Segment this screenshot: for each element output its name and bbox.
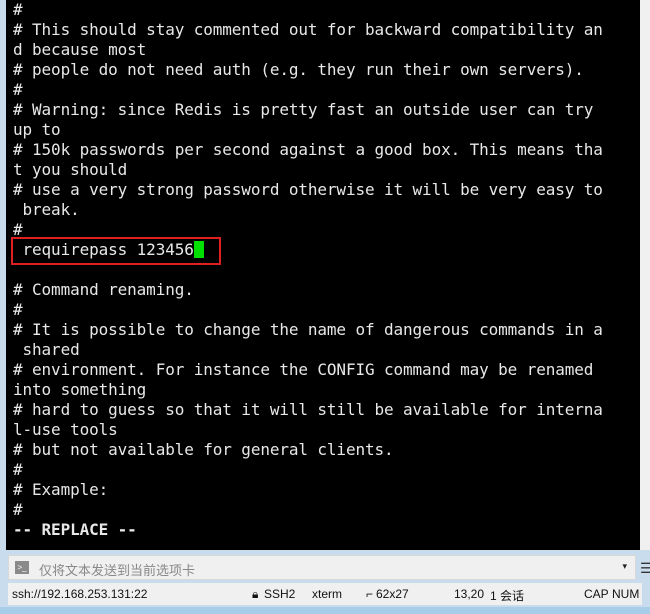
terminal-line: #: [13, 0, 23, 20]
line-text: # Warning: since Redis is pretty fast an…: [13, 100, 594, 119]
line-text: t you should: [13, 160, 128, 179]
dropdown-arrow-icon[interactable]: ▾: [622, 561, 627, 572]
terminal-line: # This should stay commented out for bac…: [13, 20, 603, 40]
menu-icon[interactable]: ☰: [640, 560, 650, 577]
terminal-line: #: [13, 500, 23, 520]
terminal-line: break.: [13, 200, 80, 220]
terminal-icon: >_: [15, 561, 29, 574]
terminal-line: t you should: [13, 160, 127, 180]
line-text: d because most: [13, 40, 147, 59]
resize-icon: ⌐: [366, 587, 374, 601]
send-text-input[interactable]: >_ 仅将文本发送到当前选项卡 ▾: [8, 555, 636, 580]
terminal-type: xterm: [312, 587, 342, 601]
status-bar: ssh://192.168.253.131:22 🔒︎ SSH2 xterm ⌐…: [8, 583, 642, 605]
line-text: # environment. For instance the CONFIG c…: [13, 360, 594, 379]
terminal-line: # but not available for general clients.: [13, 440, 394, 460]
terminal-line: shared: [13, 340, 80, 360]
terminal-screen[interactable]: # # This should stay commented out for ba…: [6, 0, 640, 550]
lock-icon: 🔒︎: [252, 587, 259, 601]
num-indicator: NUM: [612, 587, 640, 601]
line-text: #: [13, 80, 23, 99]
line-text: # This should stay commented out for bac…: [13, 20, 603, 39]
terminal-line: # Command renaming.: [13, 280, 194, 300]
terminal-line: # use a very strong password otherwise i…: [13, 180, 603, 200]
line-text: # It is possible to change the name of d…: [13, 320, 603, 339]
line-text: shared: [13, 340, 80, 359]
terminal-line: into something: [13, 380, 146, 400]
terminal-line: # It is possible to change the name of d…: [13, 320, 603, 340]
protocol: SSH2: [264, 587, 296, 601]
line-text: #: [13, 0, 23, 19]
scrollbar[interactable]: [640, 0, 650, 550]
line-text: # 150k passwords per second against a go…: [13, 140, 603, 159]
window-border: [0, 607, 650, 614]
terminal-line: -- REPLACE --: [13, 520, 137, 540]
line-text: #: [13, 500, 23, 519]
line-text: break.: [13, 200, 80, 219]
line-text: # Example:: [13, 480, 109, 499]
caps-indicator: CAP: [584, 587, 609, 601]
highlight-box: [11, 237, 221, 265]
terminal-line: # Example:: [13, 480, 108, 500]
terminal-line: # Warning: since Redis is pretty fast an…: [13, 100, 593, 120]
terminal-line: # 150k passwords per second against a go…: [13, 140, 603, 160]
terminal-line: #: [13, 300, 23, 320]
line-text: # hard to guess so that it will still be…: [13, 400, 603, 419]
terminal-line: # environment. For instance the CONFIG c…: [13, 360, 593, 380]
terminal-line: l-use tools: [13, 420, 118, 440]
terminal-size: 62x27: [376, 587, 409, 601]
line-text: #: [13, 460, 23, 479]
session-count: 1 会话: [490, 589, 525, 603]
terminal-line: d because most: [13, 40, 146, 60]
line-text: into something: [13, 380, 147, 399]
terminal-line: #: [13, 80, 23, 100]
input-placeholder: 仅将文本发送到当前选项卡: [39, 563, 196, 578]
line-text: # use a very strong password otherwise i…: [13, 180, 603, 199]
line-text: # but not available for general clients.: [13, 440, 394, 459]
terminal-line: # people do not need auth (e.g. they run…: [13, 60, 584, 80]
connection-address: ssh://192.168.253.131:22: [12, 587, 148, 601]
line-text: # people do not need auth (e.g. they run…: [13, 60, 584, 79]
line-text: #: [13, 300, 23, 319]
terminal-line: # hard to guess so that it will still be…: [13, 400, 603, 420]
line-text: -- REPLACE --: [13, 520, 137, 539]
terminal-line: #: [13, 460, 23, 480]
line-text: # Command renaming.: [13, 280, 194, 299]
line-text: l-use tools: [13, 420, 118, 439]
line-text: up to: [13, 120, 61, 139]
terminal-line: up to: [13, 120, 61, 140]
cursor-position: 13,20: [454, 587, 485, 601]
